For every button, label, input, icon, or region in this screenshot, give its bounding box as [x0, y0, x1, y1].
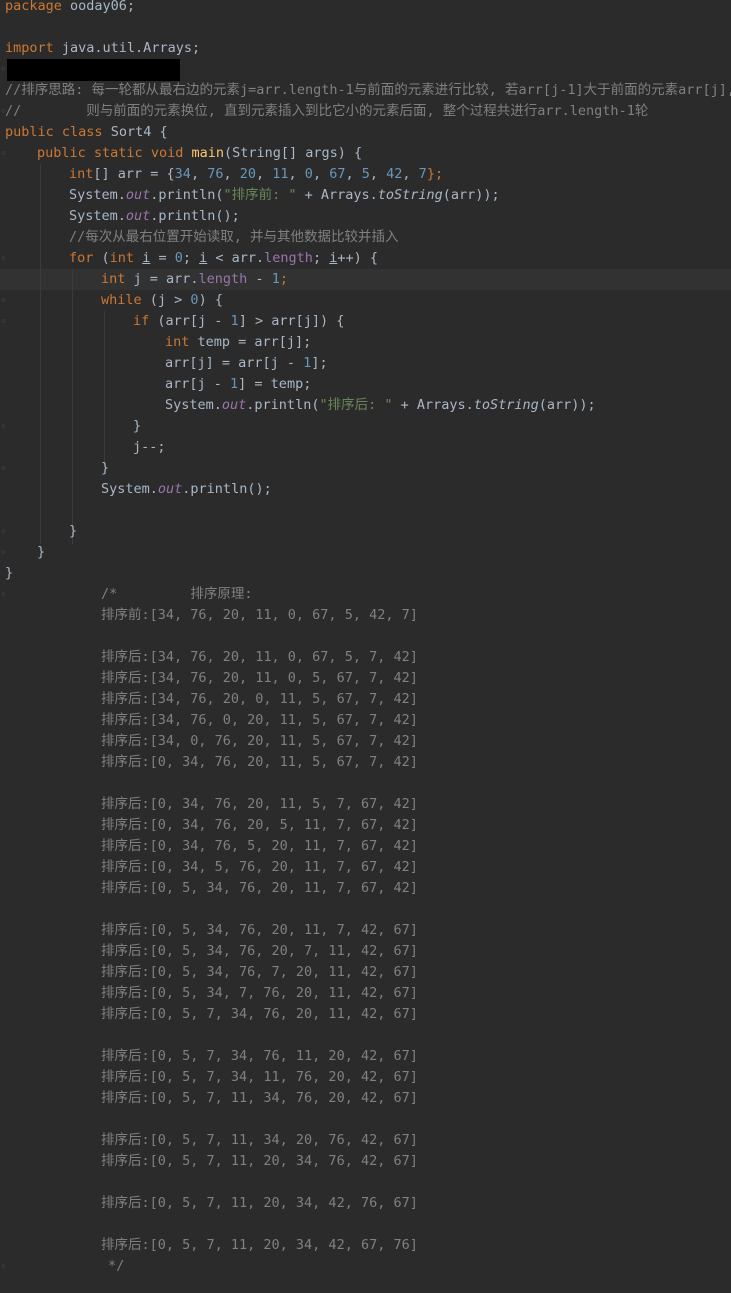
comment-after-text: 排序后:[0, 5, 34, 76, 7, 20, 11, 42, 67]: [101, 964, 418, 980]
indent-guide: [40, 164, 41, 544]
fold-marker-icon[interactable]: ◦: [0, 143, 8, 164]
redacted-block: [7, 59, 180, 81]
indent-guide: [104, 311, 105, 466]
fold-marker-icon[interactable]: ◦: [0, 248, 8, 269]
comment-after-text: 排序后:[0, 5, 7, 34, 76, 20, 11, 42, 67]: [101, 1006, 418, 1022]
fold-marker-icon[interactable]: ◦: [0, 290, 8, 311]
fold-marker-icon[interactable]: ◦: [0, 311, 8, 332]
comment-after-text: 排序后:[0, 5, 7, 11, 34, 20, 76, 42, 67]: [101, 1132, 418, 1148]
fold-marker-icon[interactable]: ◦: [0, 1256, 8, 1277]
indent-guide: [72, 269, 73, 544]
comment-after-text: 排序后:[34, 76, 0, 20, 11, 5, 67, 7, 42]: [101, 712, 418, 728]
comment-after-text: 排序后:[0, 5, 34, 76, 20, 7, 11, 42, 67]: [101, 943, 418, 959]
fold-marker-icon[interactable]: ◦: [0, 416, 8, 437]
comment-after-text: 排序后:[0, 5, 7, 11, 20, 34, 42, 67, 76]: [101, 1237, 418, 1253]
comment-after-text: 排序后:[0, 5, 34, 7, 76, 20, 11, 42, 67]: [101, 985, 418, 1001]
comment-after-text: 排序后:[34, 0, 76, 20, 11, 5, 67, 7, 42]: [101, 733, 418, 749]
fold-marker-icon[interactable]: ◦: [0, 521, 8, 542]
fold-marker-icon[interactable]: ◦: [0, 542, 8, 563]
fold-marker-icon[interactable]: ◦: [0, 59, 8, 80]
comment-after-text: 排序后:[0, 5, 7, 34, 76, 11, 20, 42, 67]: [101, 1048, 418, 1064]
comment-after-text: 排序后:[0, 5, 34, 76, 20, 11, 7, 42, 67]: [101, 922, 418, 938]
fold-marker-icon[interactable]: ◦: [0, 101, 8, 122]
comment-after-text: 排序后:[0, 34, 76, 20, 11, 5, 67, 7, 42]: [101, 754, 418, 770]
comment-after-text: 排序后:[0, 34, 76, 20, 11, 5, 7, 67, 42]: [101, 796, 418, 812]
comment-after-text: 排序后:[0, 34, 5, 76, 20, 11, 7, 67, 42]: [101, 859, 418, 875]
comment-after-text: 排序后:[0, 5, 7, 34, 11, 76, 20, 42, 67]: [101, 1069, 418, 1085]
comment-after-text: 排序后:[34, 76, 20, 11, 0, 67, 5, 7, 42]: [101, 649, 418, 665]
comment-after-text: 排序后:[34, 76, 20, 11, 0, 5, 67, 7, 42]: [101, 670, 418, 686]
comment-after-text: 排序后:[0, 34, 76, 5, 20, 11, 7, 67, 42]: [101, 838, 418, 854]
comment-after-text: 排序后:[0, 5, 7, 11, 34, 76, 20, 42, 67]: [101, 1090, 418, 1106]
comment-after-text: 排序后:[0, 5, 34, 76, 20, 11, 7, 67, 42]: [101, 880, 418, 896]
fold-marker-icon[interactable]: ◦: [0, 458, 8, 479]
fold-marker-icon[interactable]: ◦: [0, 584, 8, 605]
comment-after-text: 排序后:[0, 34, 76, 20, 5, 11, 7, 67, 42]: [101, 817, 418, 833]
comment-after-text: 排序后:[34, 76, 20, 0, 11, 5, 67, 7, 42]: [101, 691, 418, 707]
comment-after-text: 排序后:[0, 5, 7, 11, 20, 34, 42, 76, 67]: [101, 1195, 418, 1211]
comment-after-text: 排序后:[0, 5, 7, 11, 20, 34, 76, 42, 67]: [101, 1153, 418, 1169]
